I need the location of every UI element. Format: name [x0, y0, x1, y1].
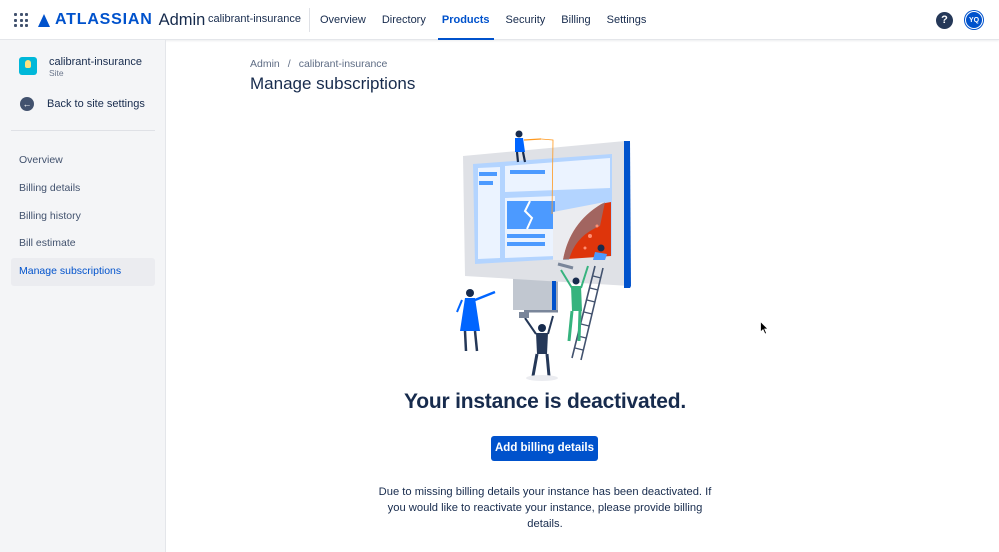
sidebar-item-overview[interactable]: Overview	[11, 147, 155, 175]
nav-products[interactable]: Products	[434, 0, 498, 40]
breadcrumb-admin[interactable]: Admin	[250, 58, 280, 70]
arrow-left-icon: ←	[20, 97, 34, 111]
site-card: calibrant-insurance Site	[19, 56, 142, 79]
nav-security[interactable]: Security	[498, 0, 554, 40]
app-switcher-icon[interactable]	[14, 13, 28, 27]
main-nav: Overview Directory Products Security Bil…	[312, 0, 654, 40]
nav-settings[interactable]: Settings	[599, 0, 655, 40]
sidebar: calibrant-insurance Site ← Back to site …	[0, 40, 166, 552]
nav-billing[interactable]: Billing	[553, 0, 598, 40]
sidebar-item-manage-subscriptions[interactable]: Manage subscriptions	[11, 258, 155, 286]
sidebar-divider	[11, 130, 155, 131]
org-switcher[interactable]: calibrant-insurance	[208, 13, 301, 25]
breadcrumb-org[interactable]: calibrant-insurance	[299, 58, 388, 70]
deactivated-instance-illustration	[456, 130, 631, 381]
page-title: Manage subscriptions	[250, 74, 416, 93]
sidebar-menu: Overview Billing details Billing history…	[11, 147, 155, 286]
sidebar-item-billing-details[interactable]: Billing details	[11, 175, 155, 203]
sidebar-item-bill-estimate[interactable]: Bill estimate	[11, 230, 155, 258]
atlassian-logo-icon	[38, 13, 50, 27]
add-billing-details-button[interactable]: Add billing details	[491, 436, 598, 461]
deactivated-headline: Your instance is deactivated.	[403, 390, 687, 413]
brand-name: ATLASSIAN	[55, 11, 153, 28]
nav-overview[interactable]: Overview	[312, 0, 374, 40]
top-navigation-bar: ATLASSIAN Admin calibrant-insurance Over…	[0, 0, 999, 40]
site-type: Site	[49, 68, 64, 78]
breadcrumb: Admin / calibrant-insurance	[250, 58, 388, 70]
sidebar-item-billing-history[interactable]: Billing history	[11, 203, 155, 231]
back-label: Back to site settings	[47, 98, 145, 110]
product-name: Admin	[158, 10, 206, 29]
atlassian-admin-logo[interactable]: ATLASSIAN Admin	[38, 10, 205, 30]
deactivated-description: Due to missing billing details your inst…	[378, 486, 712, 530]
site-lightbulb-icon	[19, 57, 37, 75]
mouse-cursor-icon	[760, 321, 769, 335]
nav-divider	[309, 8, 310, 32]
user-avatar[interactable]: YQ	[965, 11, 983, 29]
back-to-site-settings-link[interactable]: ← Back to site settings	[20, 97, 145, 111]
nav-directory[interactable]: Directory	[374, 0, 434, 40]
site-name: calibrant-insurance	[49, 56, 142, 68]
help-icon[interactable]: ?	[936, 12, 953, 29]
